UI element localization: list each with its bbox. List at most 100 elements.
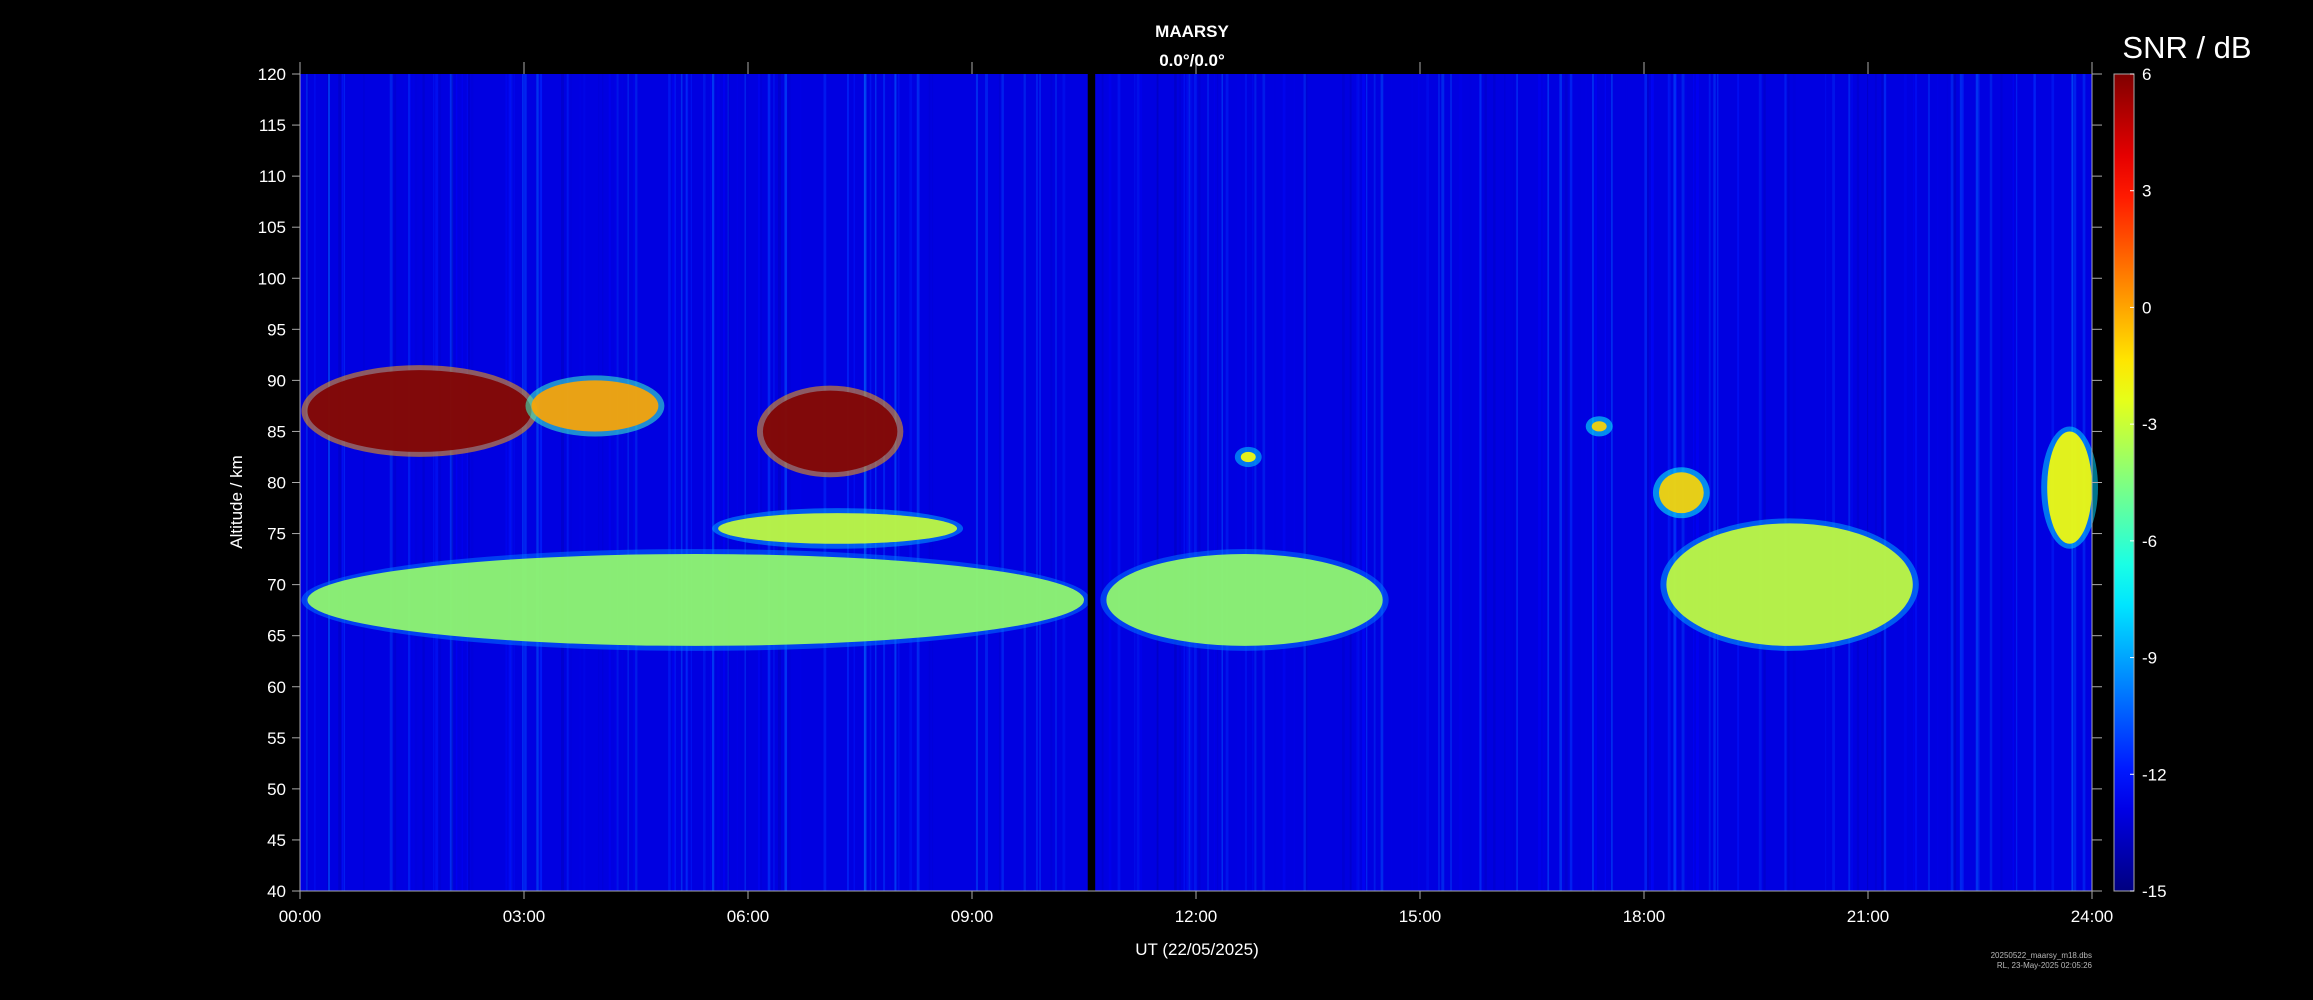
noise-stripe: [1362, 74, 1366, 891]
noise-stripe: [566, 74, 569, 891]
footer-timestamp: RL, 23-May-2025 02:05:26: [1997, 961, 2093, 970]
noise-stripe: [784, 74, 788, 891]
noise-stripe: [1564, 74, 1568, 891]
noise-stripe: [1825, 74, 1827, 891]
noise-stripe: [1709, 74, 1712, 891]
x-tick-label: 18:00: [1623, 907, 1666, 926]
echo-core: [1666, 523, 1913, 646]
noise-stripe: [470, 74, 474, 891]
noise-stripe: [1978, 74, 1980, 891]
colorbar-tick-label: -9: [2142, 649, 2157, 668]
y-tick-label: 100: [258, 269, 286, 288]
noise-stripe: [1193, 74, 1197, 891]
noise-stripe: [1441, 74, 1445, 891]
data-gap: [1087, 74, 1096, 891]
echo-feature-0: [301, 365, 538, 457]
noise-stripe: [1303, 74, 1306, 891]
echo-core: [1106, 553, 1383, 646]
noise-stripe: [869, 74, 872, 891]
noise-stripe: [1244, 74, 1247, 891]
noise-stripe: [1975, 74, 1979, 891]
noise-stripe: [1584, 74, 1588, 891]
noise-stripe: [1426, 74, 1429, 891]
noise-stripe: [403, 74, 407, 891]
colorbar-tick-label: -15: [2142, 882, 2167, 901]
noise-stripe: [408, 74, 410, 891]
noise-stripe: [1592, 74, 1594, 891]
echo-core: [307, 553, 1084, 646]
noise-stripe: [1950, 74, 1954, 891]
noise-stripe: [433, 74, 435, 891]
noise-stripe: [1647, 74, 1649, 891]
noise-stripe: [523, 74, 527, 891]
noise-stripe: [1198, 74, 1201, 891]
echo-feature-7: [1585, 416, 1613, 437]
noise-stripe: [975, 74, 979, 891]
x-tick-label: 03:00: [503, 907, 546, 926]
noise-stripe: [1055, 74, 1057, 891]
colorbar-gradient: [2113, 73, 2135, 892]
noise-stripe: [1737, 74, 1740, 891]
noise-stripe: [918, 74, 920, 891]
noise-stripe: [787, 74, 791, 891]
noise-stripe: [1221, 74, 1223, 891]
colorbar-tick-label: -3: [2142, 415, 2157, 434]
colorbar-tick-label: 3: [2142, 182, 2151, 201]
x-tick-label: 06:00: [727, 907, 770, 926]
noise-stripe: [451, 74, 454, 891]
noise-stripe: [717, 74, 720, 891]
noise-stripe: [1594, 74, 1597, 891]
noise-stripe: [823, 74, 827, 891]
y-axis-label: Altitude / km: [227, 455, 246, 549]
noise-stripe: [1513, 74, 1515, 891]
noise-stripe: [602, 74, 604, 891]
noise-stripe: [413, 74, 417, 891]
noise-stripe: [1380, 74, 1384, 891]
echo-core: [307, 370, 532, 452]
noise-stripe: [2012, 74, 2014, 891]
noise-stripe: [767, 74, 771, 891]
echo-feature-9: [1660, 518, 1919, 651]
noise-stripe: [1373, 74, 1376, 891]
y-tick-label: 95: [267, 320, 286, 339]
noise-stripe: [1851, 74, 1853, 891]
echo-feature-4: [301, 548, 1090, 651]
noise-stripe: [1023, 74, 1026, 891]
noise-stripe: [508, 74, 512, 891]
noise-stripe: [1056, 74, 1059, 891]
noise-stripe: [702, 74, 706, 891]
echo-feature-10: [2041, 426, 2098, 549]
x-tick-label: 00:00: [279, 907, 322, 926]
noise-stripe: [1611, 74, 1613, 891]
noise-stripe: [313, 74, 316, 891]
noise-stripe: [847, 74, 849, 891]
y-tick-label: 120: [258, 65, 286, 84]
noise-stripe: [2033, 74, 2036, 891]
noise-stripe: [570, 74, 572, 891]
noise-stripe: [1763, 74, 1766, 891]
noise-stripe: [1254, 74, 1257, 891]
noise-stripe: [1156, 74, 1159, 891]
noise-stripe: [1784, 74, 1787, 891]
noise-stripe: [608, 74, 611, 891]
noise-stripe: [598, 74, 600, 891]
y-tick-label: 85: [267, 422, 286, 441]
noise-stripe: [1578, 74, 1581, 891]
noise-stripe: [1139, 74, 1143, 891]
noise-stripe: [985, 74, 988, 891]
noise-stripe: [579, 74, 581, 891]
y-tick-label: 55: [267, 729, 286, 748]
noise-stripe: [1178, 74, 1181, 891]
noise-stripe: [521, 74, 524, 891]
noise-stripe: [1625, 74, 1628, 891]
noise-stripe: [1356, 74, 1359, 891]
noise-stripe: [2016, 74, 2018, 891]
y-tick-label: 115: [259, 116, 286, 135]
noise-stripe: [863, 74, 867, 891]
noise-stripe: [461, 74, 463, 891]
noise-stripe: [735, 74, 738, 891]
noise-stripe: [712, 74, 715, 891]
noise-stripe: [1050, 74, 1053, 891]
noise-stripe: [1953, 74, 1957, 891]
echo-core: [718, 513, 958, 544]
